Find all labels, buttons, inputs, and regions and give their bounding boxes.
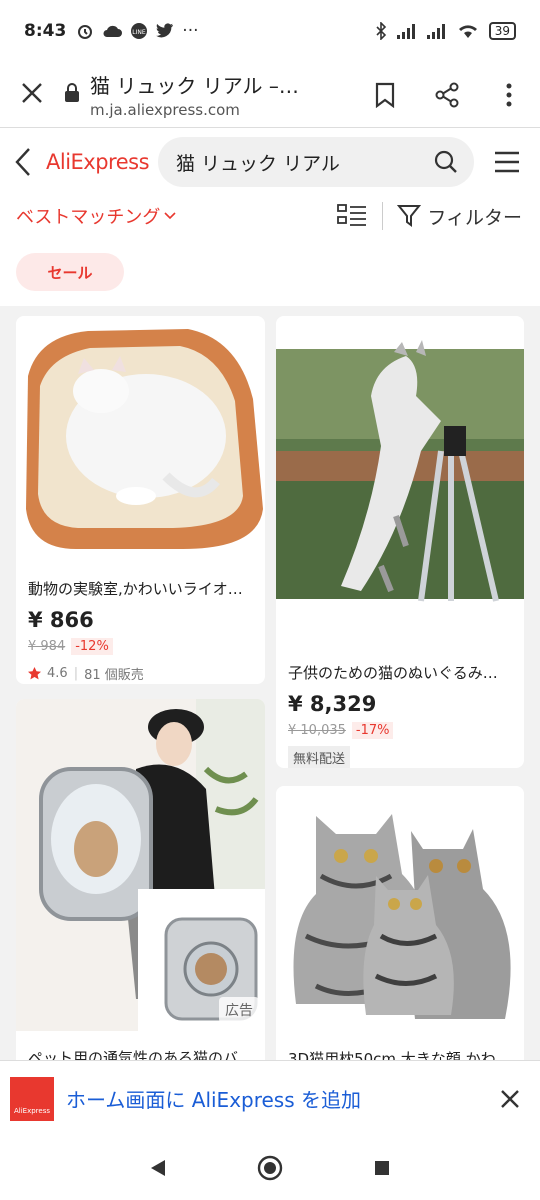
share-icon [435,82,459,107]
browser-url-bar: 猫 リュック リアル –… m.ja.aliexpress.com [0,62,540,128]
filter-button[interactable]: フィルター [397,203,540,230]
signal-icon [396,24,415,39]
product-card[interactable]: 動物の実験室,かわいいライオ… ¥ 866 ¥ 984 -12% 4.6 | 8… [16,316,265,684]
signal-2-icon [426,24,445,39]
recents-square-icon[interactable] [373,1159,391,1177]
status-bar: 8:43 LINE ··· 39 [0,0,540,62]
menu-button[interactable] [474,151,540,173]
chip-row: セール [0,236,540,306]
svg-text:LINE: LINE [133,29,147,36]
sort-filter-bar: ベストマッチング フィルター [0,196,540,236]
home-circle-icon[interactable] [257,1155,283,1181]
product-rating-row: 4.6 | 81 個販売 [28,664,144,683]
status-app-icons: LINE ··· [76,21,199,41]
product-title: 子供のための猫のぬいぐるみバ… [288,664,512,682]
rating-value: 4.6 [47,666,68,681]
chevron-down-icon [164,212,176,220]
free-shipping-tag: 無料配送 [288,746,351,768]
divider [382,202,384,230]
product-card[interactable]: 3D猫用枕50cm,大きな顔,かわ… [276,786,524,1060]
twitter-icon [156,23,174,38]
hamburger-icon [495,151,519,173]
cloud-icon [103,25,123,37]
close-icon [501,1089,519,1108]
wifi-icon [458,25,477,38]
product-grid: 動物の実験室,かわいいライオ… ¥ 866 ¥ 984 -12% 4.6 | 8… [0,306,540,1060]
back-triangle-icon[interactable] [149,1158,167,1178]
original-price: ¥ 10,035 [288,723,346,738]
lock-icon [64,82,90,107]
original-price: ¥ 984 [28,639,66,654]
list-view-icon [337,204,367,226]
product-image [16,316,265,561]
page-url: m.ja.aliexpress.com [90,101,240,119]
filter-label: フィルター [427,206,522,229]
battery-indicator: 39 [488,22,516,40]
ad-badge: 広告 [219,997,259,1023]
sort-dropdown[interactable]: ベストマッチング [0,203,176,229]
more-vertical-icon [506,83,512,106]
add-to-home-text[interactable]: ホーム画面に AliExpress を追加 [66,1084,480,1113]
view-toggle-button[interactable] [332,204,372,228]
sort-label: ベストマッチング [16,207,161,228]
site-header: AliExpress 猫 リュック リアル [0,128,540,196]
discount-badge: -17% [351,722,394,739]
search-input[interactable]: 猫 リュック リアル [176,149,434,176]
app-logo: AliExpress [10,1076,54,1121]
bookmark-button[interactable] [354,82,416,108]
product-card[interactable]: 子供のための猫のぬいぐるみバ… ¥ 8,329 ¥ 10,035 -17% 無料… [276,316,524,768]
system-nav-bar [0,1136,540,1200]
product-image [276,316,524,646]
browser-menu-button[interactable] [478,83,540,107]
product-title: 動物の実験室,かわいいライオ… [28,580,243,598]
product-original-price: ¥ 984 -12% [28,638,113,655]
close-tab-button[interactable] [0,77,64,112]
divider: | [73,666,79,681]
add-to-home-banner[interactable]: AliExpress ホーム画面に AliExpress を追加 [0,1060,540,1136]
chevron-left-icon [15,148,30,176]
star-icon [28,667,41,680]
sold-count: 81 個販売 [84,668,144,683]
search-bar[interactable]: 猫 リュック リアル [158,137,474,187]
discount-badge: -12% [71,638,113,655]
sale-chip[interactable]: セール [16,253,124,291]
product-image [16,699,265,1031]
banner-close-button[interactable] [480,1089,540,1109]
back-button[interactable] [0,147,46,177]
status-time: 8:43 [24,21,67,41]
bluetooth-icon [376,22,386,40]
url-text[interactable]: 猫 リュック リアル –… m.ja.aliexpress.com [90,70,354,119]
bookmark-icon [375,82,395,108]
product-original-price: ¥ 10,035 -17% [288,722,394,739]
alarm-icon [78,25,93,39]
product-price: ¥ 8,329 [288,692,377,716]
aliexpress-logo[interactable]: AliExpress [46,150,158,174]
page-title: 猫 リュック リアル –… [90,74,299,98]
more-icon: ··· [182,21,199,41]
product-card[interactable]: 広告 ペット用の通気性のある猫のバ… [16,699,265,1060]
product-title: 3D猫用枕50cm,大きな顔,かわ… [288,1050,511,1060]
share-button[interactable] [416,82,478,108]
product-price: ¥ 866 [28,608,94,632]
close-icon [22,83,42,103]
app-logo-text: AliExpress [13,1106,50,1115]
product-title: ペット用の通気性のある猫のバ… [28,1049,253,1060]
filter-icon [397,205,422,227]
search-icon[interactable] [434,150,458,174]
product-image [276,786,524,1031]
line-icon: LINE [131,23,148,39]
